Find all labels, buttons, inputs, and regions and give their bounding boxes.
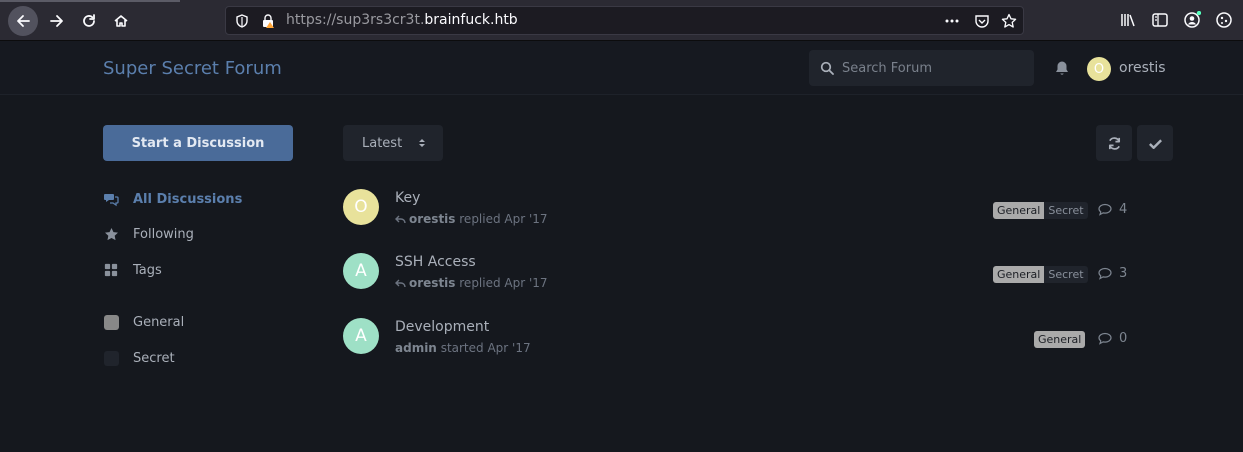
reply-count: 4: [1098, 202, 1127, 217]
tag-color-swatch: [103, 350, 119, 366]
discussion-user[interactable]: orestis: [409, 212, 455, 226]
discussion-user[interactable]: admin: [395, 341, 437, 355]
bell-icon[interactable]: [1053, 59, 1071, 77]
reply-count: 0: [1098, 331, 1127, 346]
mark-all-read-button[interactable]: [1137, 125, 1173, 161]
avatar[interactable]: A: [343, 318, 379, 354]
star-icon: [103, 226, 119, 242]
url-text[interactable]: https://sup3rs3cr3t.brainfuck.htb: [286, 12, 518, 28]
user-name[interactable]: orestis: [1119, 60, 1166, 76]
discussion-list-item[interactable]: O Key orestis replied Apr '17 General Se…: [343, 182, 1143, 232]
start-discussion-button[interactable]: Start a Discussion: [103, 125, 293, 161]
tag-secret[interactable]: Secret: [1044, 266, 1088, 283]
arrow-right-icon: [50, 15, 63, 27]
forum-page: Super Secret Forum O orestis Start a Dis…: [0, 41, 1243, 452]
avatar[interactable]: O: [343, 189, 379, 225]
reply-icon: [395, 215, 406, 224]
home-button[interactable]: [106, 6, 136, 36]
account-icon[interactable]: [1183, 11, 1201, 29]
sidebar-item-following[interactable]: Following: [103, 226, 194, 242]
discussion-meta: orestis replied Apr '17: [395, 212, 548, 226]
discussion-list-item[interactable]: A SSH Access orestis replied Apr '17 Gen…: [343, 246, 1143, 296]
discussion-title[interactable]: Key: [395, 190, 420, 206]
sidebar-tag-general[interactable]: General: [103, 314, 184, 330]
discussion-title[interactable]: Development: [395, 319, 489, 335]
comments-icon: [103, 191, 119, 207]
url-bar[interactable]: https://sup3rs3cr3t.brainfuck.htb: [225, 6, 1024, 35]
forward-button[interactable]: [42, 6, 72, 36]
comment-icon: [1098, 203, 1112, 216]
forum-title[interactable]: Super Secret Forum: [103, 58, 282, 79]
reload-button[interactable]: [74, 6, 104, 36]
url-host: brainfuck.htb: [424, 12, 518, 28]
search-input[interactable]: [842, 50, 1027, 86]
arrow-left-icon: [17, 15, 30, 27]
sidebar-tag-label: General: [133, 314, 185, 330]
comment-icon: [1098, 332, 1112, 345]
th-large-icon: [103, 262, 119, 278]
discussion-meta: admin started Apr '17: [395, 341, 531, 355]
discussion-tags: General Secret: [993, 202, 1088, 219]
discussion-list-item[interactable]: A Development admin started Apr '17 Gene…: [343, 311, 1143, 361]
reload-icon: [83, 14, 95, 27]
insecure-lock-icon[interactable]: [260, 13, 276, 29]
sidebar-tag-label: Secret: [133, 350, 175, 366]
forum-header: Super Secret Forum O orestis: [0, 41, 1243, 95]
reply-count-value: 4: [1119, 202, 1128, 217]
sort-dropdown[interactable]: Latest: [343, 125, 443, 161]
reply-count: 3: [1098, 266, 1127, 281]
discussion-action: replied Apr '17: [459, 276, 548, 290]
sidebar-item-label: Following: [133, 226, 194, 242]
discussion-title[interactable]: SSH Access: [395, 254, 476, 270]
sidebar-item-label: Tags: [133, 262, 162, 278]
tag-secret[interactable]: Secret: [1044, 202, 1088, 219]
comment-icon: [1098, 267, 1112, 280]
home-icon: [114, 15, 128, 27]
sidebar-item-tags[interactable]: Tags: [103, 262, 162, 278]
more-options-icon[interactable]: [944, 13, 960, 29]
back-button[interactable]: [8, 6, 38, 36]
check-icon: [1148, 138, 1162, 149]
sidebar-tag-secret[interactable]: Secret: [103, 350, 175, 366]
reply-icon: [395, 279, 406, 288]
avatar[interactable]: O: [1087, 57, 1111, 81]
sort-icon: [419, 139, 425, 147]
refresh-icon: [1108, 136, 1120, 150]
browser-toolbar: https://sup3rs3cr3t.brainfuck.htb: [0, 0, 1243, 41]
refresh-button[interactable]: [1096, 125, 1132, 161]
tag-general[interactable]: General: [993, 202, 1045, 219]
sidebar-icon[interactable]: [1151, 11, 1169, 29]
discussion-meta: orestis replied Apr '17: [395, 276, 548, 290]
reply-count-value: 3: [1119, 266, 1128, 281]
avatar[interactable]: A: [343, 253, 379, 289]
discussion-tags: General: [1034, 331, 1086, 348]
discussion-user[interactable]: orestis: [409, 276, 455, 290]
tab-indicator: [0, 0, 180, 2]
discussion-action: started Apr '17: [440, 341, 531, 355]
sort-label: Latest: [362, 135, 403, 151]
pocket-icon[interactable]: [974, 13, 990, 29]
search-box[interactable]: [809, 50, 1034, 86]
library-icon[interactable]: [1119, 11, 1137, 29]
search-icon: [820, 61, 834, 75]
tag-general[interactable]: General: [993, 266, 1045, 283]
shield-icon[interactable]: [234, 13, 250, 29]
bookmark-star-icon[interactable]: [1001, 13, 1017, 29]
tag-color-swatch: [103, 314, 119, 330]
extension-cookie-icon[interactable]: [1215, 11, 1233, 29]
discussion-action: replied Apr '17: [459, 212, 548, 226]
discussion-tags: General Secret: [993, 266, 1088, 283]
tag-general[interactable]: General: [1034, 331, 1086, 348]
sidebar-item-label: All Discussions: [133, 191, 243, 207]
url-prefix: https://sup3rs3cr3t.: [286, 12, 425, 28]
sidebar-item-all-discussions[interactable]: All Discussions: [103, 191, 242, 207]
reply-count-value: 0: [1119, 331, 1128, 346]
